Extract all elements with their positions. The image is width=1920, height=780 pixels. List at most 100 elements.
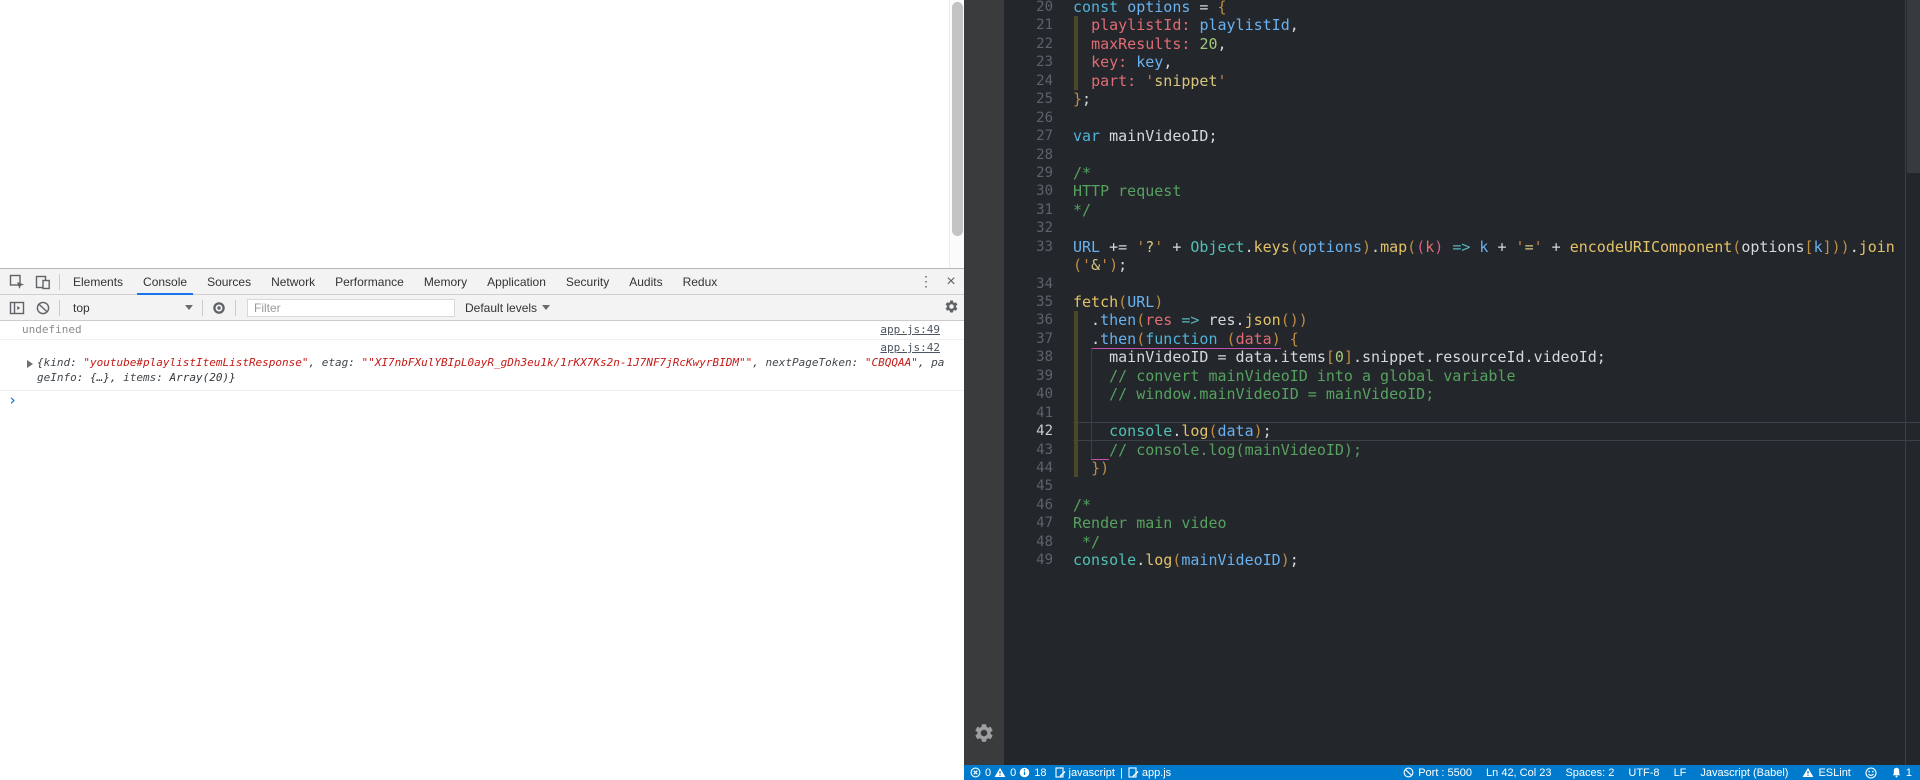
console-settings-gear-icon[interactable] — [944, 299, 959, 317]
token: ' — [1136, 237, 1146, 256]
token: key: — [1091, 53, 1128, 72]
console-toolbar: top Default levels — [0, 295, 964, 321]
live-server-port[interactable]: Port : 5500 — [1403, 767, 1472, 779]
line-content: .then(res => res.json()) — [1073, 311, 1920, 331]
divider — [202, 299, 203, 316]
tab-performance[interactable]: Performance — [325, 269, 414, 295]
token: join — [1858, 237, 1895, 256]
code-line-44: 44 }) — [1004, 458, 1920, 478]
page-scrollbar[interactable] — [949, 0, 964, 268]
tab-audits[interactable]: Audits — [619, 269, 672, 295]
line-number: 23 — [1036, 54, 1053, 71]
token: items — [123, 371, 157, 384]
token: : — [851, 356, 865, 369]
editor-scrollbar[interactable] — [1905, 0, 1920, 765]
console-message-undefined: app.js:49 undefined — [0, 321, 964, 340]
code-line-40: 40 // window.mainVideoID = mainVideoID; — [1004, 385, 1920, 405]
code-line-29: 29 /* — [1004, 164, 1920, 182]
editor-scrollbar-thumb[interactable] — [1907, 0, 1920, 173]
line-number: 28 — [1036, 146, 1053, 163]
divider — [59, 273, 60, 290]
line-content: console.log(mainVideoID); — [1073, 551, 1920, 569]
token: . — [1244, 237, 1254, 256]
tab-network[interactable]: Network — [261, 269, 325, 295]
console-filter-input[interactable] — [247, 298, 455, 317]
token: ( — [1732, 237, 1742, 256]
notifications-bell[interactable]: 1 — [1891, 767, 1912, 779]
tab-security[interactable]: Security — [556, 269, 619, 295]
encoding-setting[interactable]: UTF-8 — [1628, 767, 1659, 779]
line-content: /* — [1073, 496, 1920, 514]
token: ) — [1298, 311, 1308, 330]
status-bar: 0 0 18 javascript | app.js Port: 5500 L… — [964, 765, 1920, 780]
source-link[interactable]: app.js:49 — [880, 321, 940, 339]
token: ( — [1289, 237, 1299, 256]
token: etag — [321, 356, 349, 369]
log-levels-dropdown[interactable]: Default levels — [465, 301, 556, 315]
code-lines: 20 const options = {21 playlistId: playli… — [1004, 0, 1920, 570]
token: ; — [1289, 551, 1299, 570]
problems-errors[interactable]: 0 — [970, 767, 991, 779]
file-edit-icon — [1128, 767, 1139, 778]
console-messages: app.js:49 undefined app.js:42 {kind: "yo… — [0, 321, 964, 411]
token: json — [1244, 311, 1281, 330]
expand-triangle-icon[interactable] — [27, 360, 33, 368]
token: ; — [1262, 422, 1272, 441]
devtools-close-icon[interactable]: × — [938, 273, 964, 291]
browser-pane: Elements Console Sources Network Performance… — [0, 0, 964, 780]
line-number: 35 — [1036, 294, 1053, 310]
tab-redux[interactable]: Redux — [673, 269, 728, 295]
problems-warnings[interactable]: 0 — [994, 767, 1016, 779]
inspect-element-icon[interactable] — [4, 269, 30, 295]
token: ( — [1416, 237, 1426, 256]
language-status[interactable]: javascript | app.js — [1054, 767, 1171, 779]
context-selector[interactable]: top — [67, 301, 199, 315]
language-mode[interactable]: Javascript (Babel) — [1700, 767, 1788, 779]
console-prompt[interactable]: › — [0, 391, 964, 411]
token: console — [1109, 422, 1173, 441]
source-link[interactable]: app.js:42 — [880, 342, 940, 354]
token: Object — [1190, 237, 1245, 256]
code-line-23: 23 key: key, — [1004, 53, 1920, 73]
activity-bar — [964, 0, 1004, 765]
device-toolbar-icon[interactable] — [30, 269, 56, 295]
warning-count: 0 — [1010, 766, 1017, 779]
devtools-menu-icon[interactable]: ⋮ — [914, 273, 938, 290]
tab-application[interactable]: Application — [477, 269, 556, 295]
page-scrollbar-thumb[interactable] — [952, 2, 963, 236]
console-sidebar-icon[interactable] — [4, 295, 30, 321]
tab-elements[interactable]: Elements — [63, 269, 133, 295]
line-content: key: key, — [1073, 53, 1920, 73]
line-content: // console.log(mainVideoID); — [1073, 440, 1920, 460]
console-message-object[interactable]: app.js:42 {kind: "youtube#playlistItemLi… — [0, 340, 964, 391]
indentation-setting[interactable]: Spaces: 2 — [1565, 767, 1614, 779]
object-preview-line2: geInfo: {…}, items: Array(20)} — [37, 370, 940, 385]
tab-console[interactable]: Console — [133, 269, 197, 295]
line-number: 40 — [1036, 386, 1053, 403]
object-preview-line1: {kind: "youtube#playlistItemListResponse… — [37, 355, 944, 370]
live-expression-eye-icon[interactable] — [206, 295, 232, 321]
token: ) — [1434, 237, 1444, 256]
tab-memory[interactable]: Memory — [414, 269, 477, 295]
problems-infos[interactable]: 18 — [1019, 767, 1047, 779]
code-line-49: 49 console.log(mainVideoID); — [1004, 551, 1920, 569]
token: Array(20) — [169, 371, 230, 384]
code-editor[interactable]: 20 const options = {21 playlistId: playli… — [1004, 0, 1920, 765]
clear-console-icon[interactable] — [30, 295, 56, 321]
code-line-34: 34 — [1004, 275, 1920, 293]
manage-gear-icon[interactable] — [973, 722, 995, 749]
token: ; — [1082, 90, 1092, 109]
token: ; — [1118, 256, 1128, 275]
line-number: 25 — [1036, 91, 1053, 108]
code-line-32: 32 — [1004, 219, 1920, 237]
eslint-status[interactable]: ESLint — [1802, 767, 1851, 779]
line-number: 43 — [1036, 441, 1053, 458]
cursor-position[interactable]: Ln 42, Col 23 — [1486, 767, 1551, 779]
token: mainVideoID = data.items — [1073, 348, 1326, 367]
feedback-smiley[interactable] — [1865, 766, 1877, 779]
eol-setting[interactable]: LF — [1674, 767, 1687, 779]
tab-sources[interactable]: Sources — [197, 269, 261, 295]
devtools-tabbar: Elements Console Sources Network Performance… — [0, 269, 964, 295]
